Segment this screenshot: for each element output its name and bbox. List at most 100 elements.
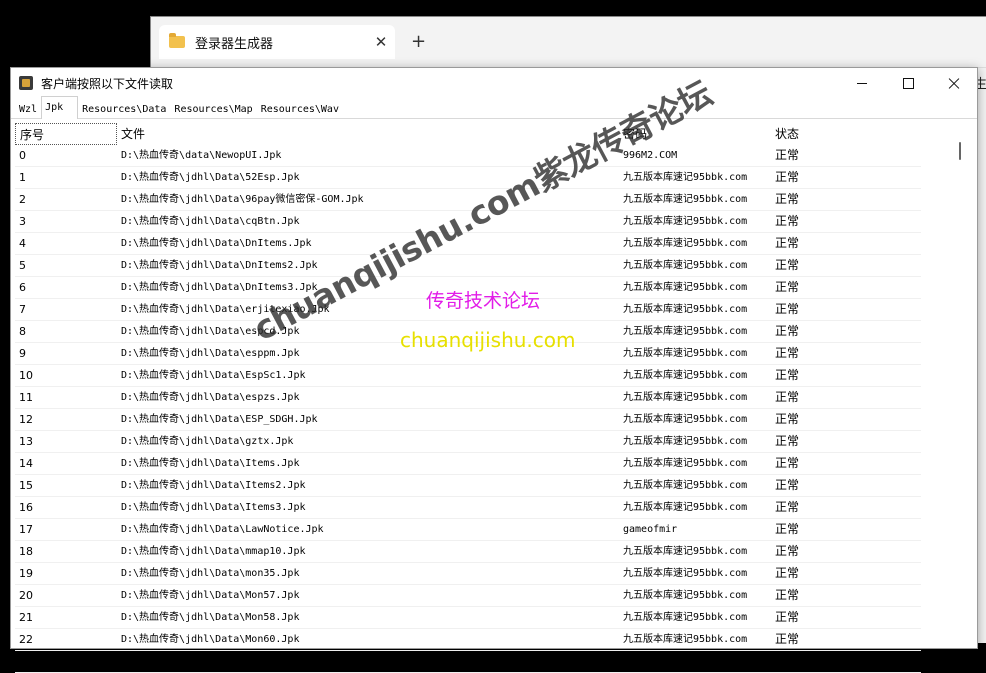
row-password: 九五版本库速记95bbk.com xyxy=(623,238,748,249)
table-row[interactable]: 19 D:\热血传奇\jdhl\Data\mon35.Jpk 九五版本库速记95bb… xyxy=(15,563,921,585)
window-controls xyxy=(839,68,977,98)
row-status: 正常 xyxy=(775,500,800,514)
column-header-file[interactable]: 文件 xyxy=(117,123,619,145)
column-header-no[interactable]: 序号 xyxy=(15,123,117,145)
row-no: 4 xyxy=(19,237,26,250)
row-file: D:\热血传奇\jdhl\Data\mon35.Jpk xyxy=(121,568,300,579)
row-file: D:\热血传奇\jdhl\Data\ESP_SDGH.Jpk xyxy=(121,414,318,425)
row-status: 正常 xyxy=(775,324,800,338)
table-row[interactable]: 18 D:\热血传奇\jdhl\Data\mmap10.Jpk 九五版本库速记95b… xyxy=(15,541,921,563)
table-row[interactable]: 15 D:\热血传奇\jdhl\Data\Items2.Jpk 九五版本库速记95b… xyxy=(15,475,921,497)
row-status: 正常 xyxy=(775,302,800,316)
close-tab-icon[interactable]: ✕ xyxy=(367,33,395,51)
table-row[interactable]: 22 D:\热血传奇\jdhl\Data\Mon60.Jpk 九五版本库速记95bb… xyxy=(15,629,921,651)
row-password: 九五版本库速记95bbk.com xyxy=(623,414,748,425)
row-no: 19 xyxy=(19,567,33,580)
row-no: 5 xyxy=(19,259,26,272)
row-no: 17 xyxy=(19,523,33,536)
app-icon xyxy=(19,76,33,90)
row-password: 九五版本库速记95bbk.com xyxy=(623,634,748,645)
table-row[interactable]: 23 D:\热血传奇\jdhl\Data\Objects100.Jpk 九五版本库速… xyxy=(15,651,921,673)
table-row[interactable]: 1 D:\热血传奇\jdhl\Data\52Esp.Jpk 九五版本库速记95bbk… xyxy=(15,167,921,189)
table-row[interactable]: 14 D:\热血传奇\jdhl\Data\Items.Jpk 九五版本库速记95bb… xyxy=(15,453,921,475)
maximize-button[interactable] xyxy=(885,68,931,98)
row-password: 九五版本库速记95bbk.com xyxy=(623,392,748,403)
row-password: 九五版本库速记95bbk.com xyxy=(623,480,748,491)
vertical-scrollbar[interactable] xyxy=(957,136,963,646)
row-password: 九五版本库速记95bbk.com xyxy=(623,370,748,381)
scrollbar-thumb[interactable] xyxy=(959,142,961,160)
row-status: 正常 xyxy=(775,478,800,492)
row-file: D:\热血传奇\jdhl\Data\Objects100.Jpk xyxy=(121,656,330,667)
row-no: 11 xyxy=(19,391,33,404)
explorer-tab[interactable]: 登录器生成器 ✕ xyxy=(159,25,395,59)
tab-resources-wav[interactable]: Resources\Wav xyxy=(257,98,343,119)
close-button[interactable] xyxy=(931,68,977,98)
row-status: 正常 xyxy=(775,632,800,646)
row-password: 九五版本库速记95bbk.com xyxy=(623,348,748,359)
tab-jpk[interactable]: Jpk xyxy=(41,96,79,119)
row-status: 正常 xyxy=(775,588,800,602)
tab-resources-map[interactable]: Resources\Map xyxy=(170,98,256,119)
row-status: 正常 xyxy=(775,214,800,228)
table-row[interactable]: 10 D:\热血传奇\jdhl\Data\EspSc1.Jpk 九五版本库速记95b… xyxy=(15,365,921,387)
row-no: 23 xyxy=(19,655,33,668)
title-bar[interactable]: 客户端按照以下文件读取 xyxy=(11,68,977,98)
row-no: 1 xyxy=(19,171,26,184)
row-status: 正常 xyxy=(775,654,800,668)
table-row[interactable]: 0 D:\热血传奇\data\NewopUI.Jpk 996M2.COM 正常 xyxy=(15,145,921,167)
table-row[interactable]: 21 D:\热血传奇\jdhl\Data\Mon58.Jpk 九五版本库速记95bb… xyxy=(15,607,921,629)
row-status: 正常 xyxy=(775,566,800,580)
row-no: 10 xyxy=(19,369,33,382)
row-password: 九五版本库速记95bbk.com xyxy=(623,590,748,601)
table-row[interactable]: 13 D:\热血传奇\jdhl\Data\gztx.Jpk 九五版本库速记95bbk… xyxy=(15,431,921,453)
table-row[interactable]: 5 D:\热血传奇\jdhl\Data\DnItems2.Jpk 九五版本库速记95… xyxy=(15,255,921,277)
add-tab-button[interactable]: + xyxy=(411,31,426,52)
row-status: 正常 xyxy=(775,368,800,382)
row-password: 九五版本库速记95bbk.com xyxy=(623,282,748,293)
table-row[interactable]: 16 D:\热血传奇\jdhl\Data\Items3.Jpk 九五版本库速记95b… xyxy=(15,497,921,519)
row-file: D:\热血传奇\jdhl\Data\Items.Jpk xyxy=(121,458,300,469)
row-status: 正常 xyxy=(775,390,800,404)
row-no: 15 xyxy=(19,479,33,492)
row-file: D:\热血传奇\jdhl\Data\espzs.Jpk xyxy=(121,392,300,403)
row-status: 正常 xyxy=(775,148,800,162)
row-status: 正常 xyxy=(775,456,800,470)
row-password: 九五版本库速记95bbk.com xyxy=(623,502,748,513)
table-row[interactable]: 20 D:\热血传奇\jdhl\Data\Mon57.Jpk 九五版本库速记95bb… xyxy=(15,585,921,607)
row-file: D:\热血传奇\jdhl\Data\Mon57.Jpk xyxy=(121,590,300,601)
tab-wzl[interactable]: Wzl xyxy=(15,98,41,119)
row-file: D:\热血传奇\jdhl\Data\Mon60.Jpk xyxy=(121,634,300,645)
watermark-url: chuanqijishu.com xyxy=(400,328,576,352)
row-no: 12 xyxy=(19,413,33,426)
row-password: 九五版本库速记95bbk.com xyxy=(623,216,748,227)
column-header-status[interactable]: 状态 xyxy=(771,123,921,145)
row-no: 20 xyxy=(19,589,33,602)
row-status: 正常 xyxy=(775,412,800,426)
explorer-tab-label: 登录器生成器 xyxy=(195,36,274,52)
row-status: 正常 xyxy=(775,522,800,536)
table-row[interactable]: 11 D:\热血传奇\jdhl\Data\espzs.Jpk 九五版本库速记95bb… xyxy=(15,387,921,409)
window-title: 客户端按照以下文件读取 xyxy=(41,76,174,91)
row-status: 正常 xyxy=(775,280,800,294)
row-password: 九五版本库速记95bbk.com xyxy=(623,304,748,315)
row-password: 九五版本库速记95bbk.com xyxy=(623,194,748,205)
watermark-forum-name: 传奇技术论坛 xyxy=(426,290,541,312)
row-status: 正常 xyxy=(775,258,800,272)
row-status: 正常 xyxy=(775,610,800,624)
table-row[interactable]: 12 D:\热血传奇\jdhl\Data\ESP_SDGH.Jpk 九五版本库速记9… xyxy=(15,409,921,431)
row-password: 九五版本库速记95bbk.com xyxy=(623,546,748,557)
row-password: 九五版本库速记95bbk.com xyxy=(623,260,748,271)
row-file: D:\热血传奇\jdhl\Data\gztx.Jpk xyxy=(121,436,294,447)
tab-resources-data[interactable]: Resources\Data xyxy=(78,98,170,119)
row-no: 16 xyxy=(19,501,33,514)
tab-strip: Wzl Jpk Resources\Data Resources\Map Resourc… xyxy=(11,96,977,119)
table-row[interactable]: 17 D:\热血传奇\jdhl\Data\LawNotice.Jpk gameofm… xyxy=(15,519,921,541)
row-file: D:\热血传奇\jdhl\Data\EspSc1.Jpk xyxy=(121,370,306,381)
row-no: 3 xyxy=(19,215,26,228)
row-file: D:\热血传奇\jdhl\Data\Items3.Jpk xyxy=(121,502,306,513)
row-no: 6 xyxy=(19,281,26,294)
minimize-button[interactable] xyxy=(839,68,885,98)
row-file: D:\热血传奇\jdhl\Data\cqBtn.Jpk xyxy=(121,216,300,227)
row-file: D:\热血传奇\jdhl\Data\LawNotice.Jpk xyxy=(121,524,324,535)
